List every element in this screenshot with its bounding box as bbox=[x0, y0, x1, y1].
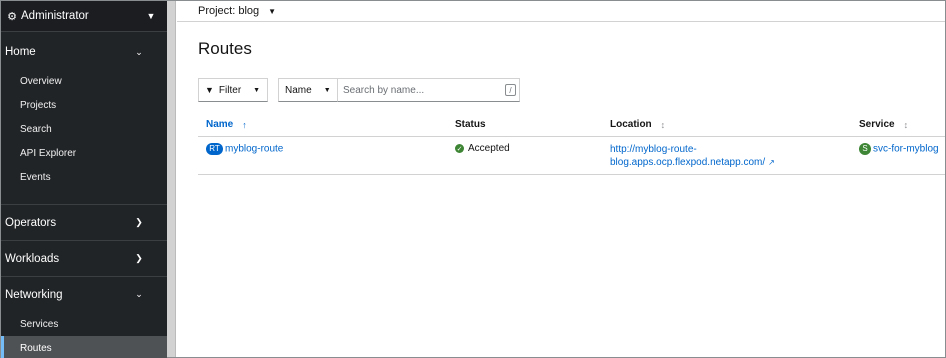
caret-down-icon: ▼ bbox=[253, 86, 261, 94]
nav-item-events[interactable]: Events bbox=[1, 165, 167, 189]
nav-section-home-label: Home bbox=[5, 46, 36, 58]
sort-icon: ↕ bbox=[660, 119, 666, 130]
route-location-link-line2[interactable]: blog.apps.ocp.flexpod.netapp.com/ bbox=[610, 157, 765, 168]
filter-icon: ▼ bbox=[205, 85, 214, 95]
gear-icon: ⚙ bbox=[7, 10, 17, 23]
column-header-location-label: Location bbox=[610, 119, 652, 130]
nav-item-routes[interactable]: Routes bbox=[1, 336, 167, 358]
nav-item-overview[interactable]: Overview bbox=[1, 69, 167, 93]
route-location-link-line1[interactable]: http://myblog-route- bbox=[610, 143, 775, 156]
nav-section-workloads-label: Workloads bbox=[5, 252, 60, 265]
filter-type-select[interactable]: Name ▼ bbox=[278, 78, 338, 102]
check-circle-icon: ✓ bbox=[455, 144, 464, 153]
nav-section-networking-label: Networking bbox=[5, 288, 63, 301]
nav-section-operators-label: Operators bbox=[5, 216, 57, 229]
route-location-cell: http://myblog-route- blog.apps.ocp.flexp… bbox=[610, 143, 775, 169]
filter-button-label: Filter bbox=[218, 84, 242, 96]
nav-item-api-explorer[interactable]: API Explorer bbox=[1, 141, 167, 165]
list-toolbar: ▼ Filter ▼ Name ▼ / bbox=[198, 78, 520, 102]
column-header-service-label: Service bbox=[859, 119, 895, 130]
main-content: Project: blog ▼ Routes ▼ Filter ▼ Name ▼… bbox=[177, 1, 945, 357]
nav-section-networking[interactable]: Networking ⌄ bbox=[1, 277, 167, 312]
nav-section-operators[interactable]: Operators ❯ bbox=[1, 205, 167, 240]
route-name-link[interactable]: myblog-route bbox=[225, 144, 283, 155]
chevron-down-icon: ▼ bbox=[146, 11, 156, 21]
sort-icon: ↕ bbox=[903, 119, 909, 130]
perspective-switcher[interactable]: ⚙ Administrator ▼ bbox=[1, 1, 167, 32]
sidebar-scrollbar[interactable] bbox=[167, 1, 176, 357]
column-header-name-label: Name bbox=[206, 119, 234, 130]
route-service-cell: Ssvc-for-myblog bbox=[859, 143, 939, 155]
service-badge: S bbox=[859, 143, 871, 155]
caret-down-icon: ▼ bbox=[323, 86, 331, 94]
project-selector-label: Project: blog bbox=[198, 5, 260, 17]
table-row: RT myblog-route ✓ Accepted http://myblog-r… bbox=[198, 137, 945, 175]
nav-item-services[interactable]: Services bbox=[1, 312, 167, 336]
project-selector[interactable]: Project: blog ▼ bbox=[177, 1, 945, 22]
nav-section-home[interactable]: Home ⌄ bbox=[1, 35, 167, 69]
sort-ascending-icon: ↑ bbox=[242, 119, 247, 130]
nav-item-projects[interactable]: Projects bbox=[1, 93, 167, 117]
route-badge: RT bbox=[206, 143, 223, 155]
perspective-label: Administrator bbox=[21, 10, 89, 22]
page-title: Routes bbox=[198, 39, 252, 58]
chevron-right-icon: ❯ bbox=[135, 217, 143, 227]
routes-table: Name ↑ Status Location ↕ Service ↕ RT myb… bbox=[198, 113, 945, 175]
column-header-location[interactable]: Location ↕ bbox=[610, 119, 665, 130]
sidebar: ⚙ Administrator ▼ Home ⌄ Overview Projec… bbox=[1, 1, 167, 358]
column-header-service[interactable]: Service ↕ bbox=[859, 119, 908, 130]
table-header: Name ↑ Status Location ↕ Service ↕ bbox=[198, 113, 945, 137]
column-header-name[interactable]: Name ↑ bbox=[206, 119, 247, 130]
filter-button[interactable]: ▼ Filter ▼ bbox=[198, 78, 268, 102]
keyboard-shortcut-hint: / bbox=[505, 84, 516, 96]
route-name-cell: RT myblog-route bbox=[206, 143, 283, 155]
nav-item-search[interactable]: Search bbox=[1, 117, 167, 141]
service-link[interactable]: svc-for-myblog bbox=[873, 144, 939, 155]
external-link-icon[interactable]: ↗ bbox=[768, 158, 775, 167]
search-box: / bbox=[338, 78, 520, 102]
search-input[interactable] bbox=[343, 84, 493, 96]
chevron-down-icon: ⌄ bbox=[135, 46, 143, 57]
chevron-down-icon: ⌄ bbox=[135, 289, 143, 299]
route-status-text: Accepted bbox=[468, 143, 510, 154]
filter-type-label: Name bbox=[285, 84, 312, 96]
caret-down-icon: ▼ bbox=[268, 6, 277, 16]
column-header-status-label: Status bbox=[455, 119, 486, 130]
chevron-right-icon: ❯ bbox=[135, 253, 143, 263]
nav-section-workloads[interactable]: Workloads ❯ bbox=[1, 241, 167, 276]
route-status-cell: ✓ Accepted bbox=[455, 143, 510, 154]
column-header-status[interactable]: Status bbox=[455, 119, 486, 130]
